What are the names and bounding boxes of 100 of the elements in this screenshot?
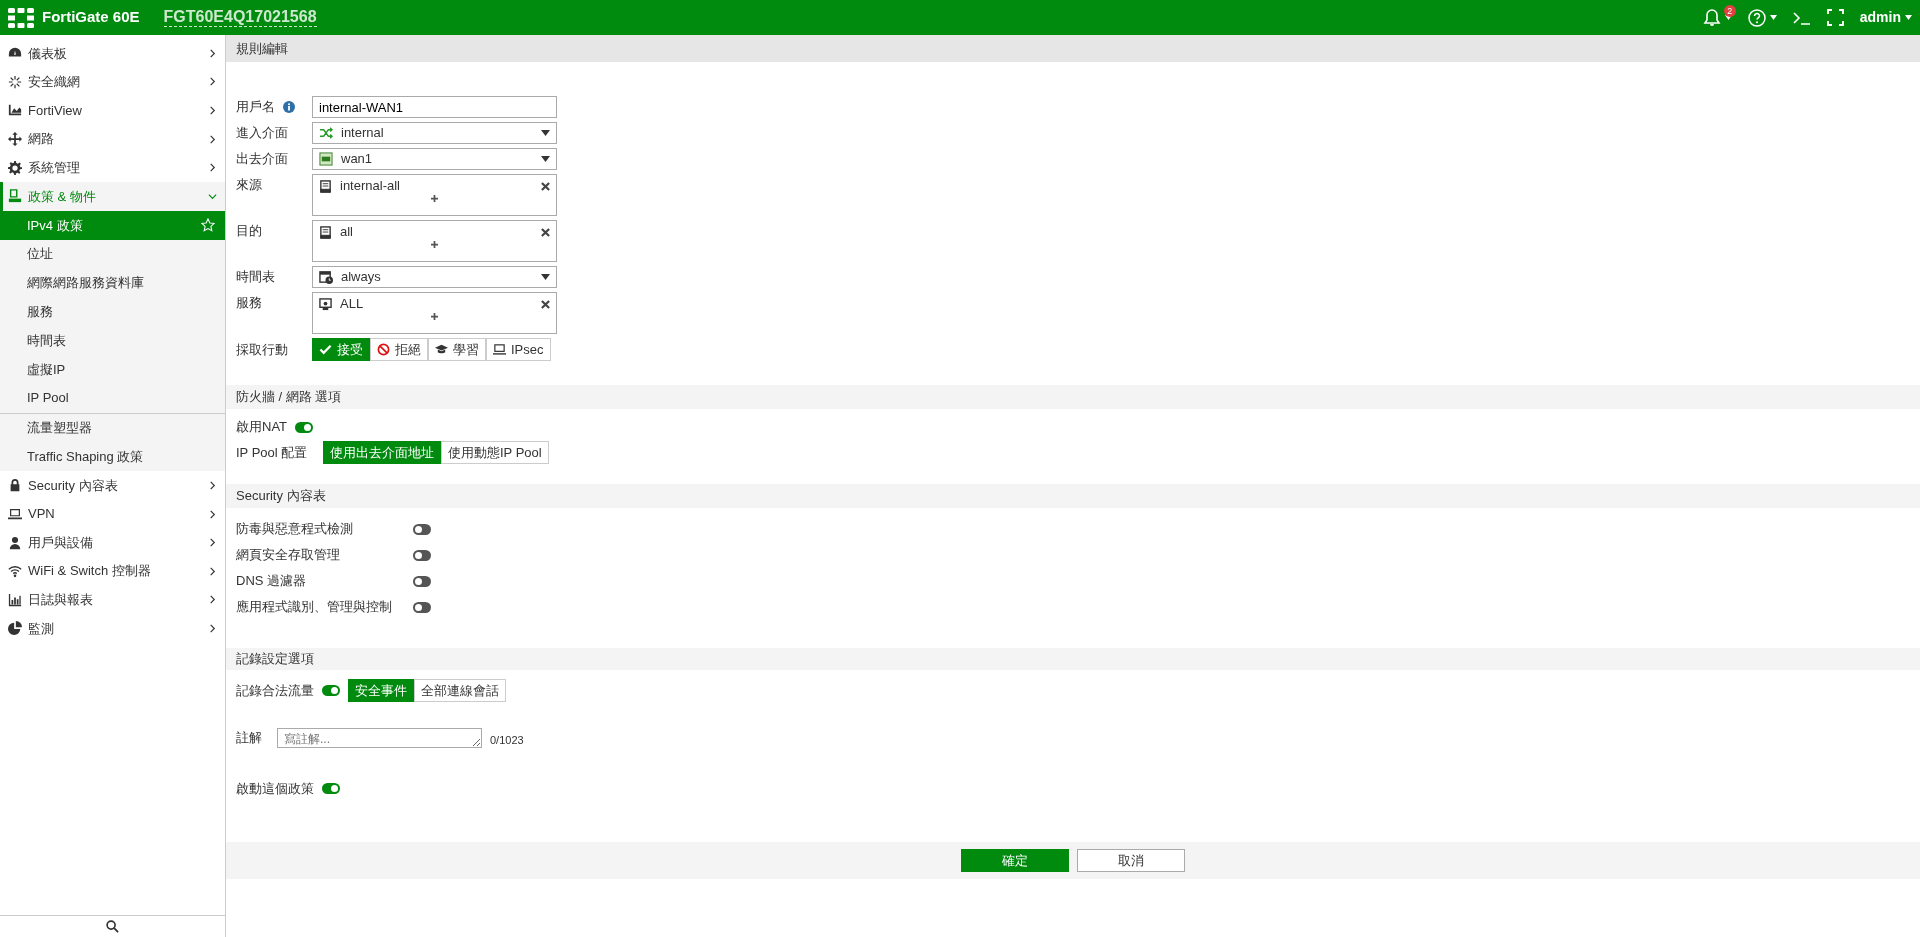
interface-select[interactable]: always (312, 266, 557, 288)
interface-select[interactable]: internal (312, 122, 557, 144)
sidebar-subitem[interactable]: IPv4 政策 (0, 210, 225, 240)
caret-icon (541, 130, 550, 136)
move-arrows-icon (8, 132, 22, 147)
toggle-label: 啟動這個政策 (236, 779, 314, 798)
sidebar-item[interactable]: 用戶與設備 (0, 528, 225, 557)
laptop-icon (8, 507, 22, 522)
section-header: 記錄設定選項 (226, 648, 1920, 670)
chevron-right-icon (208, 77, 217, 87)
comments-field[interactable]: 寫註解... (277, 728, 482, 748)
sidebar-item[interactable]: 監測 (0, 614, 225, 643)
monitor-icon (319, 297, 332, 311)
field-label: 服務 (236, 294, 262, 312)
field-label: 來源 (236, 176, 262, 194)
sidebar-item[interactable]: 儀表板 (0, 39, 225, 68)
sidebar-subitem[interactable]: 位址 (0, 239, 225, 269)
toggle-switch[interactable] (413, 601, 431, 613)
sidebar-item[interactable]: Security 內容表 (0, 471, 225, 500)
segmented-option[interactable]: 使用出去介面地址 (323, 441, 441, 464)
pie-chart-icon (8, 621, 22, 636)
sidebar-item[interactable]: 安全織網 (0, 67, 225, 97)
toggle-switch[interactable] (295, 421, 314, 433)
sidebar-subitem[interactable]: 時間表 (0, 326, 225, 355)
sidebar-item[interactable]: 日誌與報表 (0, 585, 225, 615)
help-button[interactable] (1747, 8, 1777, 27)
sidebar-item[interactable]: 政策 & 物件 (0, 181, 225, 211)
notifications-button[interactable]: 2 (1702, 8, 1732, 27)
user-menu[interactable]: admin (1859, 7, 1912, 28)
sidebar-subitem[interactable]: 網際網路服務資料庫 (0, 268, 225, 298)
toggle-switch[interactable] (322, 685, 340, 696)
caret-icon (1724, 15, 1732, 20)
document-icon (8, 189, 22, 204)
toggle-label: DNS 過濾器 (236, 572, 308, 591)
sidebar-item[interactable]: 網路 (0, 124, 225, 154)
sidebar-item[interactable]: VPN (0, 499, 225, 529)
field-label: 用戶名 (236, 98, 275, 116)
sidebar-subitem[interactable]: Traffic Shaping 政策 (0, 442, 225, 472)
close-icon (541, 227, 550, 237)
sidebar-item[interactable]: 系統管理 (0, 153, 225, 182)
no-entry-icon (377, 343, 390, 356)
notification-count: 2 (1723, 4, 1736, 17)
chevron-right-icon (208, 106, 217, 115)
action-option[interactable]: IPsec (486, 338, 551, 361)
server-icon (319, 225, 332, 239)
action-option[interactable]: 學習 (428, 338, 486, 361)
sidebar-subitem[interactable]: IP Pool (0, 383, 225, 413)
toggle-switch[interactable] (413, 549, 431, 561)
sidebar-subitem[interactable]: 流量塑型器 (0, 413, 225, 443)
multi-select-field[interactable]: internal-all (312, 174, 557, 216)
sidebar-subitem[interactable]: 服務 (0, 297, 225, 327)
user-icon (8, 535, 22, 550)
sidebar-item[interactable]: FortiView (0, 96, 225, 125)
ethernet-port-icon (319, 152, 333, 166)
chevron-right-icon (208, 566, 217, 576)
chevron-right-icon (208, 509, 217, 519)
close-icon (541, 299, 550, 309)
segmented-option[interactable]: 使用動態IP Pool (441, 441, 549, 464)
action-option[interactable]: 拒絕 (370, 338, 428, 361)
toggle-switch[interactable] (322, 782, 340, 794)
section-header: Security 內容表 (226, 484, 1920, 508)
name-input[interactable]: internal-WAN1 (312, 96, 557, 118)
sidebar-subitem[interactable]: 虛擬IP (0, 354, 225, 384)
field-label: 時間表 (236, 268, 275, 286)
product-name: FortiGate 60E (42, 7, 140, 28)
action-option[interactable]: 接受 (312, 338, 370, 361)
selected-entry: ALL (340, 295, 364, 314)
segmented-option[interactable]: 全部連線會話 (414, 679, 506, 702)
sidebar-item[interactable]: WiFi & Switch 控制器 (0, 556, 225, 586)
field-label: IP Pool 配置 (236, 443, 309, 462)
toggle-label: 啟用NAT (236, 418, 288, 437)
toggle-switch[interactable] (413, 575, 431, 587)
wifi-icon (8, 564, 22, 579)
field-label: 目的 (236, 222, 262, 240)
lock-icon (8, 478, 22, 493)
chevron-right-icon (208, 595, 217, 605)
calendar-clock-icon (319, 270, 333, 284)
plus-icon (431, 241, 438, 248)
multi-select-field[interactable]: all (312, 220, 557, 262)
multi-select-field[interactable]: ALL (312, 292, 557, 334)
burst-icon (8, 74, 22, 89)
area-chart-icon (8, 103, 22, 118)
interface-select[interactable]: wan1 (312, 148, 557, 170)
field-label: 出去介面 (236, 150, 288, 168)
info-icon[interactable] (283, 101, 295, 113)
question-circle-icon (1747, 8, 1766, 27)
character-counter: 0/1023 (490, 733, 524, 748)
bar-chart-icon (8, 592, 22, 607)
close-icon (541, 181, 550, 191)
fullscreen-icon (1826, 9, 1844, 26)
ok-button[interactable]: 確定 (961, 849, 1069, 872)
chevron-right-icon (208, 163, 217, 173)
cancel-button[interactable]: 取消 (1077, 849, 1185, 872)
caret-icon (1769, 15, 1777, 20)
bell-icon (1702, 8, 1721, 27)
segmented-option[interactable]: 安全事件 (348, 679, 414, 702)
shuffle-icon (319, 126, 333, 140)
terminal-icon (1792, 10, 1811, 25)
field-label: 進入介面 (236, 124, 288, 142)
toggle-switch[interactable] (413, 523, 431, 535)
